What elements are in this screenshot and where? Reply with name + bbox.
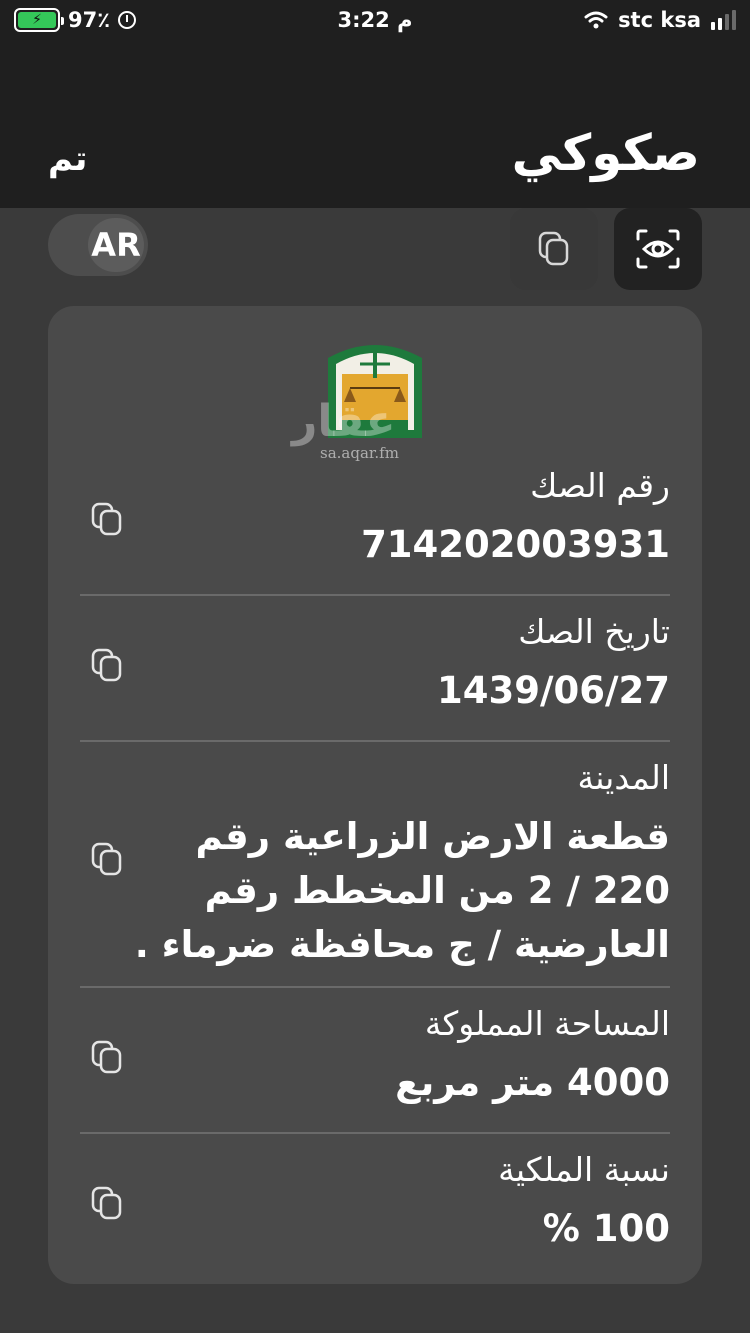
alarm-icon (118, 11, 137, 29)
divider (80, 594, 670, 596)
battery-fill: ⚡ (18, 12, 56, 28)
signal-icon (711, 10, 736, 30)
field-value-line: 220 / 2 من المخطط رقم (204, 869, 670, 912)
navigation-bar: تم صكوكي (0, 44, 750, 208)
field-label: المساحة المملوكة (424, 1004, 670, 1043)
copy-icon[interactable] (90, 842, 126, 878)
copy-icon[interactable] (90, 1186, 126, 1222)
carrier-name: stc ksa (618, 8, 701, 32)
field-deed-number: رقم الصك 714202003931 (80, 466, 670, 590)
divider (80, 740, 670, 742)
page-title: صكوكي (511, 124, 700, 182)
field-label: نسبة الملكية (498, 1150, 670, 1189)
field-value: 1439/06/27 (437, 669, 670, 712)
battery-icon: ⚡ (14, 8, 64, 32)
field-value: 4000 متر مربع (395, 1061, 670, 1104)
field-ownership-ratio: نسبة الملكية 100 % (80, 1150, 670, 1274)
status-center: 3:22 م (320, 8, 430, 32)
field-label: المدينة (577, 758, 670, 797)
copy-icon (538, 231, 569, 266)
copy-icon[interactable] (90, 502, 126, 538)
view-toggle-button[interactable] (614, 208, 702, 290)
status-bar: ⚡ 97٪ 3:22 م stc ksa (0, 0, 750, 44)
field-value-line: العارضية / ج محافظة ضرماء . (134, 923, 670, 966)
status-left: ⚡ 97٪ (14, 8, 137, 32)
copy-all-button[interactable] (510, 208, 598, 290)
field-value: 100 % (542, 1207, 670, 1250)
field-owned-area: المساحة المملوكة 4000 متر مربع (80, 1004, 670, 1128)
language-toggle[interactable]: AR (48, 214, 148, 276)
field-label: تاريخ الصك (518, 612, 670, 651)
watermark-text: عقار (292, 396, 396, 447)
copy-icon[interactable] (90, 1040, 126, 1076)
wifi-icon (584, 11, 608, 29)
eye-icon (636, 229, 680, 269)
field-label: رقم الصك (530, 466, 670, 505)
done-button[interactable]: تم (48, 139, 87, 179)
divider (80, 1132, 670, 1134)
status-right: stc ksa (584, 8, 736, 32)
status-time: 3:22 م (337, 8, 413, 32)
copy-icon[interactable] (90, 648, 126, 684)
deed-card: عقار sa.aqar.fm رقم الصك 714202003931 تا… (48, 306, 702, 1284)
field-value: 714202003931 (361, 523, 670, 566)
language-toggle-knob: AR (88, 218, 144, 272)
watermark-url: sa.aqar.fm (320, 444, 399, 462)
field-city: المدينة قطعة الارض الزراعية رقم 220 / 2 … (80, 758, 670, 982)
divider (80, 986, 670, 988)
field-value-line: قطعة الارض الزراعية رقم (195, 815, 670, 858)
field-deed-date: تاريخ الصك 1439/06/27 (80, 612, 670, 736)
battery-percent: 97٪ (68, 8, 111, 32)
